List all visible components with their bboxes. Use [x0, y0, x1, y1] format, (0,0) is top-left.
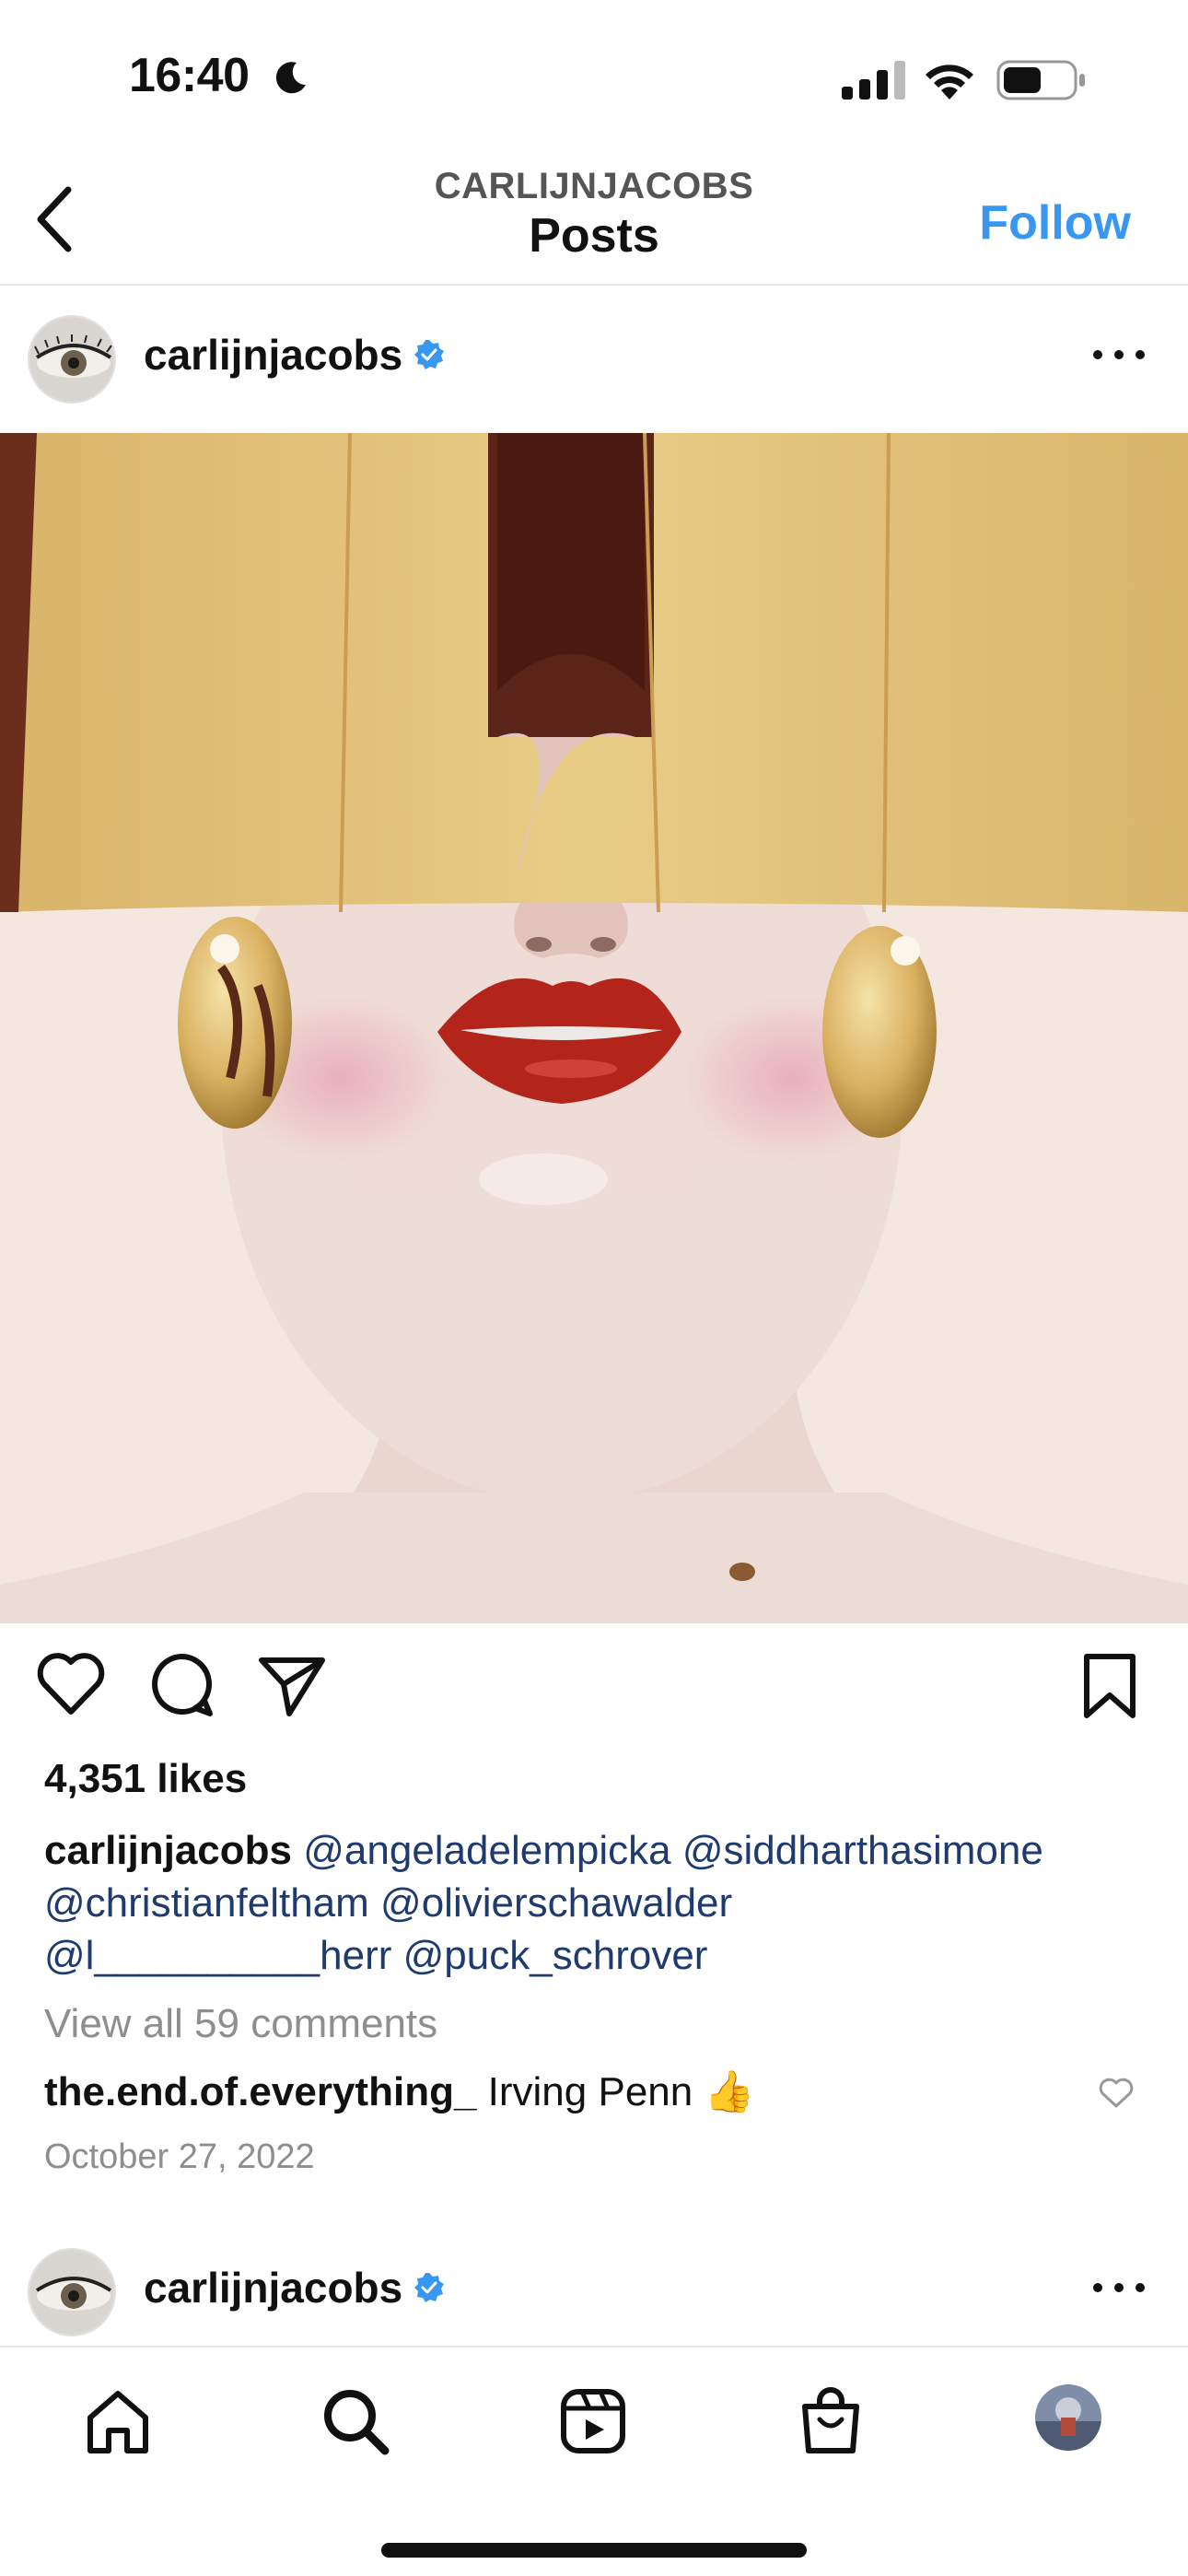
wifi-icon: [926, 64, 973, 100]
post-username[interactable]: carlijnjacobs: [144, 330, 445, 380]
tab-bar: [0, 2346, 1188, 2576]
avatar[interactable]: [28, 2248, 116, 2336]
profile-avatar-tab[interactable]: [1035, 2384, 1101, 2451]
comment-heart-icon[interactable]: [1098, 2077, 1135, 2110]
comment-row: the.end.of.everything_ Irving Penn 👍: [44, 2067, 754, 2115]
post-image[interactable]: [0, 433, 1188, 1623]
status-bar: 16:40: [0, 0, 1188, 147]
avatar[interactable]: [28, 315, 116, 404]
home-icon[interactable]: [81, 2384, 155, 2458]
share-icon[interactable]: [256, 1649, 328, 1721]
next-post-header: carlijnjacobs: [0, 2220, 1188, 2359]
verified-icon: [414, 339, 445, 369]
comment-icon[interactable]: [146, 1649, 217, 1721]
post-actions: [0, 1649, 1188, 1732]
likes-count[interactable]: 4,351 likes: [44, 1756, 247, 1802]
reels-icon[interactable]: [556, 2384, 630, 2458]
mention-tag[interactable]: @christianfeltham: [44, 1880, 369, 1926]
comment-username[interactable]: the.end.of.everything_: [44, 2069, 476, 2114]
post-username[interactable]: carlijnjacobs: [144, 2263, 445, 2313]
follow-button[interactable]: Follow: [979, 195, 1131, 251]
verified-icon: [414, 2272, 445, 2302]
signal-icon: [842, 61, 905, 100]
mention-tag[interactable]: @angeladelempicka: [303, 1828, 670, 1873]
more-icon[interactable]: [1089, 341, 1149, 369]
home-indicator: [381, 2543, 807, 2558]
mention-tag[interactable]: @olivierschawalder: [380, 1880, 732, 1926]
post-date: October 27, 2022: [44, 2137, 315, 2176]
post-username-text[interactable]: carlijnjacobs: [144, 331, 402, 379]
mention-tag[interactable]: @siddharthasimone: [682, 1828, 1043, 1873]
more-icon[interactable]: [1089, 2274, 1149, 2301]
battery-icon: [996, 60, 1085, 100]
mention-tag[interactable]: @l__________herr: [44, 1933, 391, 1978]
comment-text: Irving Penn 👍: [487, 2069, 755, 2114]
status-time: 16:40: [129, 49, 250, 102]
caption-username[interactable]: carlijnjacobs: [44, 1828, 292, 1873]
search-icon[interactable]: [319, 2384, 392, 2458]
shop-icon[interactable]: [794, 2384, 868, 2458]
nav-header: CARLIJNJACOBS Posts Follow: [0, 147, 1188, 286]
moon-icon: [275, 62, 306, 94]
post-caption: carlijnjacobs @angeladelempicka @siddhar…: [44, 1824, 1159, 1982]
post-username-text[interactable]: carlijnjacobs: [144, 2264, 402, 2312]
mention-tag[interactable]: @puck_schrover: [403, 1933, 708, 1978]
view-all-comments[interactable]: View all 59 comments: [44, 2001, 437, 2047]
post-header: carlijnjacobs: [0, 287, 1188, 426]
heart-icon[interactable]: [35, 1649, 107, 1721]
bookmark-icon[interactable]: [1074, 1649, 1146, 1721]
